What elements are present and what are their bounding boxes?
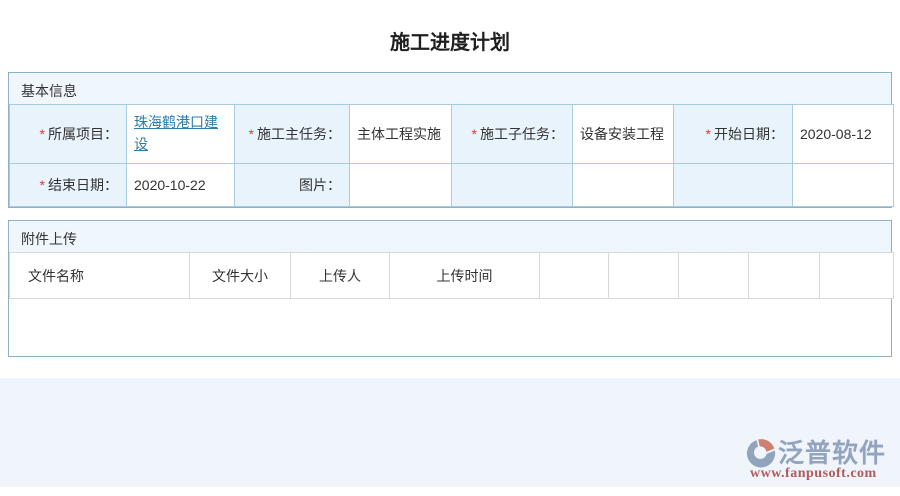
- empty-label-cell: [452, 164, 573, 207]
- value-end-date: 2020-10-22: [127, 164, 235, 207]
- label-end-date-text: 结束日期：: [48, 177, 118, 193]
- required-marker: *: [40, 177, 45, 193]
- attachments-section-header: 附件上传: [9, 221, 891, 252]
- logo-url: www.fanpusoft.com: [746, 466, 886, 482]
- empty-label-cell: [674, 164, 793, 207]
- fanpu-logo-top: 泛普软件: [746, 438, 886, 468]
- value-project: 珠海鹤港口建设: [127, 105, 235, 164]
- column-header-upload-time: 上传时间: [390, 253, 540, 299]
- attachments-empty-area: [9, 299, 891, 356]
- label-project: *所属项目：: [10, 105, 127, 164]
- column-header-file-name: 文件名称: [10, 253, 190, 299]
- label-main-task: *施工主任务：: [235, 105, 350, 164]
- required-marker: *: [249, 126, 254, 142]
- empty-value-cell: [573, 164, 674, 207]
- required-marker: *: [472, 126, 477, 142]
- label-start-date: *开始日期：: [674, 105, 793, 164]
- label-main-task-text: 施工主任务：: [257, 126, 341, 142]
- column-header-empty: [679, 253, 749, 299]
- label-sub-task-text: 施工子任务：: [480, 126, 564, 142]
- value-main-task: 主体工程实施: [350, 105, 452, 164]
- label-sub-task: *施工子任务：: [452, 105, 573, 164]
- fanpu-logo-icon: [746, 438, 776, 468]
- logo-text: 泛普软件: [778, 438, 886, 468]
- label-image-text: 图片：: [299, 177, 341, 193]
- column-header-empty: [749, 253, 820, 299]
- value-image: [350, 164, 452, 207]
- label-start-date-text: 开始日期：: [714, 126, 784, 142]
- label-image: 图片：: [235, 164, 350, 207]
- basic-info-table: *所属项目： 珠海鹤港口建设 *施工主任务： 主体工程实施 *施工子任务： 设备…: [9, 104, 894, 207]
- label-end-date: *结束日期：: [10, 164, 127, 207]
- project-link[interactable]: 珠海鹤港口建设: [134, 114, 218, 152]
- column-header-empty: [540, 253, 609, 299]
- basic-info-row-2: *结束日期： 2020-10-22 图片：: [10, 164, 894, 207]
- label-project-text: 所属项目：: [48, 126, 118, 142]
- fanpu-logo[interactable]: 泛普软件 www.fanpusoft.com: [746, 438, 886, 482]
- attachments-table: 文件名称 文件大小 上传人 上传时间: [9, 252, 894, 299]
- required-marker: *: [706, 126, 711, 142]
- attachments-section: 附件上传 文件名称 文件大小 上传人 上传时间: [8, 220, 892, 357]
- basic-info-section: 基本信息 *所属项目： 珠海鹤港口建设 *施工主任务： 主体工程实施 *施工子任…: [8, 72, 892, 208]
- required-marker: *: [40, 126, 45, 142]
- basic-info-row-1: *所属项目： 珠海鹤港口建设 *施工主任务： 主体工程实施 *施工子任务： 设备…: [10, 105, 894, 164]
- column-header-file-size: 文件大小: [190, 253, 291, 299]
- empty-value-cell: [793, 164, 894, 207]
- value-sub-task: 设备安装工程: [573, 105, 674, 164]
- column-header-uploader: 上传人: [291, 253, 390, 299]
- value-start-date: 2020-08-12: [793, 105, 894, 164]
- page-title: 施工进度计划: [0, 0, 900, 56]
- page-footer: 泛普软件 www.fanpusoft.com: [0, 378, 900, 487]
- column-header-empty: [820, 253, 894, 299]
- basic-info-section-header: 基本信息: [9, 73, 891, 104]
- column-header-empty: [609, 253, 679, 299]
- attachments-header-row: 文件名称 文件大小 上传人 上传时间: [10, 253, 894, 299]
